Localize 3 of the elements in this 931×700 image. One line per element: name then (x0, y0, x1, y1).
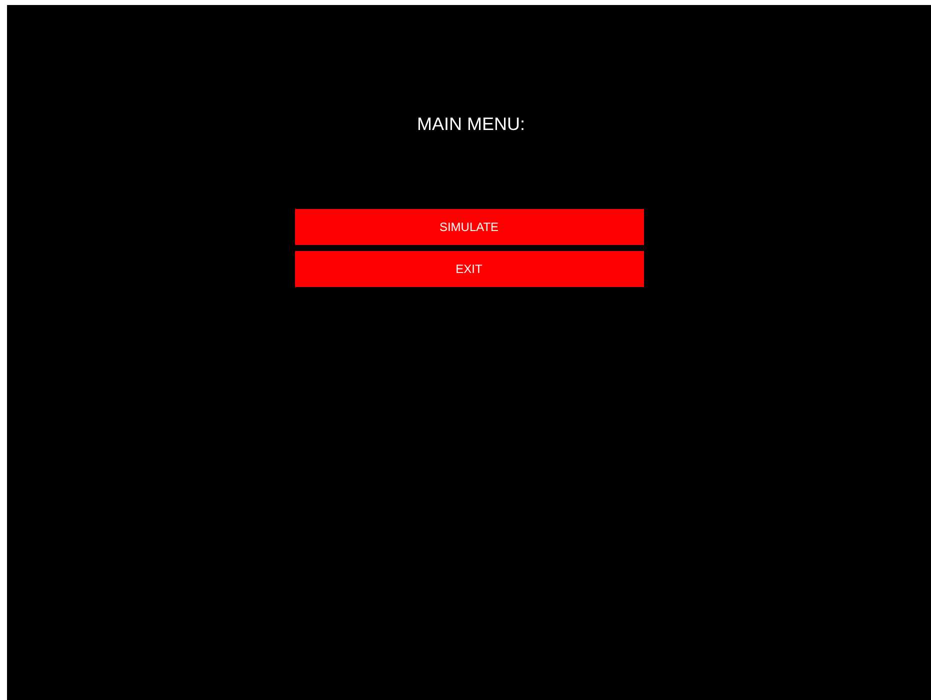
menu-title: MAIN MENU: (417, 113, 525, 135)
menu-button[interactable]: SIMULATE (294, 209, 644, 245)
menu-button[interactable]: EXIT (294, 251, 644, 287)
